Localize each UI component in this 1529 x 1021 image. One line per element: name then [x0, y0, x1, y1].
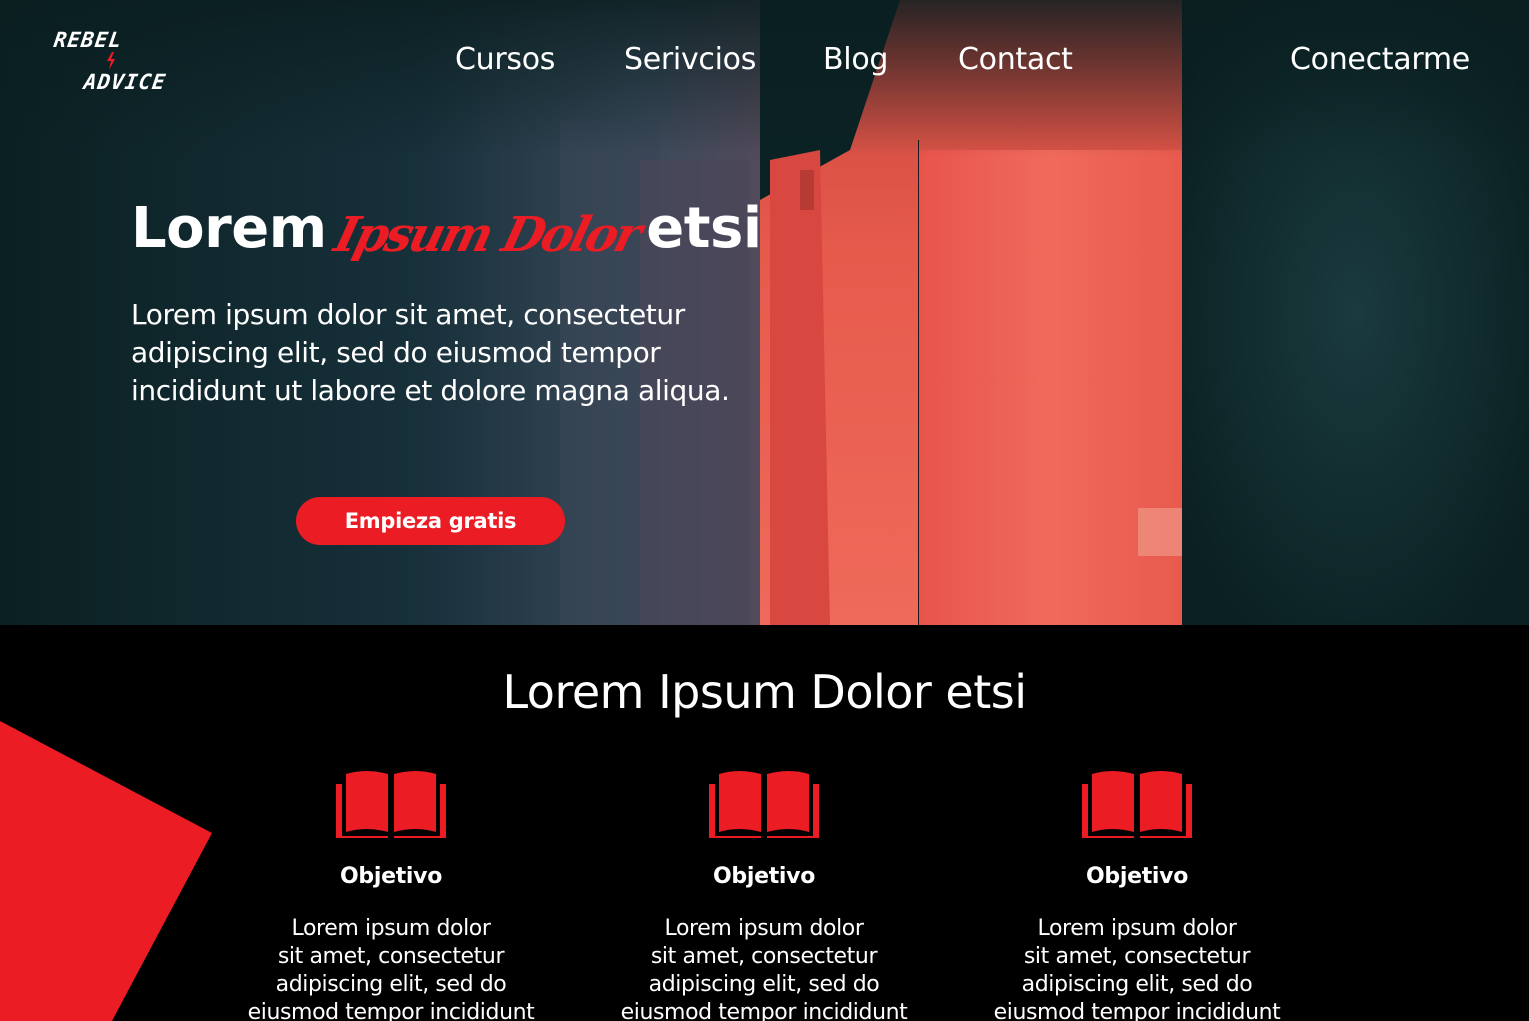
feature-card: Objetivo Lorem ipsum dolor sit amet, con…	[231, 770, 551, 1021]
hero-divider-line	[918, 140, 919, 625]
nav-link-blog[interactable]: Blog	[823, 42, 888, 77]
hero-title-pre: Lorem	[131, 196, 327, 261]
nav-link-contact[interactable]: Contact	[958, 42, 1073, 77]
section-title: Lorem Ipsum Dolor etsi	[502, 665, 1027, 719]
open-book-icon	[709, 771, 819, 838]
feature-card: Objetivo Lorem ipsum dolor sit amet, con…	[604, 770, 924, 1021]
hero-title-script: Ipsum Dolor	[328, 207, 645, 263]
feature-title: Objetivo	[712, 864, 816, 889]
feature-card: Objetivo Lorem ipsum dolor sit amet, con…	[977, 770, 1297, 1021]
open-book-icon	[336, 771, 446, 838]
open-book-icon	[1082, 771, 1192, 838]
feature-title: Objetivo	[339, 864, 443, 889]
feature-text: Lorem ipsum dolor sit amet, consectetur …	[247, 916, 535, 1021]
feature-title: Objetivo	[1085, 864, 1189, 889]
hero-description: Lorem ipsum dolor sit amet, consectetur …	[131, 298, 730, 407]
feature-text: Lorem ipsum dolor sit amet, consectetur …	[620, 916, 908, 1021]
start-free-button[interactable]: Empieza gratis	[296, 497, 565, 545]
hero-title-post: etsi	[646, 196, 762, 261]
nav-link-cursos[interactable]: Cursos	[455, 42, 555, 77]
nav-link-servicios[interactable]: Serivcios	[624, 42, 756, 77]
feature-text: Lorem ipsum dolor sit amet, consectetur …	[993, 916, 1281, 1021]
hero-section: REBEL ADVICE Cursos Serivcios Blog Conta…	[0, 0, 1529, 625]
hero-title: LoremIpsum Doloretsi	[131, 194, 762, 266]
features-section: Lorem Ipsum Dolor etsi Objetivo Lorem ip…	[0, 625, 1529, 1021]
main-nav: Cursos Serivcios Blog Contact Conectarme	[0, 42, 1529, 82]
login-link[interactable]: Conectarme	[1290, 42, 1470, 77]
